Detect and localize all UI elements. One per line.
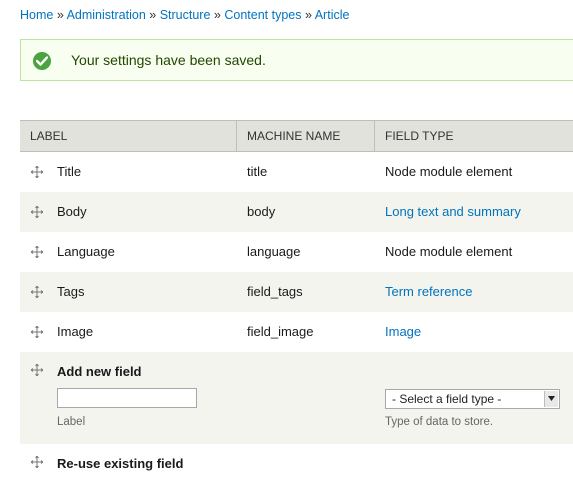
breadcrumb-article-link[interactable]: Article (315, 8, 350, 22)
check-icon (33, 52, 51, 70)
column-header-machine-name: MACHINE NAME (236, 121, 374, 151)
breadcrumb-structure-link[interactable]: Structure (160, 8, 211, 22)
field-type: Node module element (385, 164, 513, 179)
reuse-existing-field-row: Re-use existing field (20, 444, 573, 484)
drag-handle-icon[interactable] (30, 285, 44, 299)
breadcrumb-separator: » (56, 8, 64, 22)
add-new-field-row: Add new field Label - Select a field typ… (20, 352, 573, 444)
breadcrumb-content-types-link[interactable]: Content types (224, 8, 301, 22)
field-label: Language (57, 244, 115, 259)
field-type-link[interactable]: Image (385, 312, 421, 352)
field-machine-name: body (247, 204, 276, 219)
field-label: Title (57, 164, 82, 179)
breadcrumb-separator: » (149, 8, 157, 22)
field-type-select[interactable]: - Select a field type - (385, 389, 560, 409)
field-label: Body (57, 204, 87, 219)
breadcrumb-separator: » (304, 8, 312, 22)
drag-handle-icon[interactable] (30, 165, 44, 179)
drag-handle-icon[interactable] (30, 245, 44, 259)
field-type-link[interactable]: Term reference (385, 272, 472, 312)
table-row: Language language Node module element (20, 232, 573, 272)
field-machine-name: field_image (247, 324, 314, 339)
fields-table: LABEL MACHINE NAME FIELD TYPE Title titl… (20, 120, 573, 484)
field-type-description: Type of data to store. (385, 416, 494, 428)
drag-handle-icon[interactable] (30, 363, 44, 377)
field-machine-name: language (247, 244, 301, 259)
field-label: Image (57, 324, 94, 339)
table-row: Title title Node module element (20, 152, 573, 192)
new-field-label-input[interactable] (57, 388, 197, 408)
new-field-label-description: Label (57, 416, 86, 428)
chevron-down-icon (544, 391, 558, 407)
field-type-link[interactable]: Long text and summary (385, 192, 521, 232)
field-type: Node module element (385, 244, 513, 259)
drag-handle-icon[interactable] (30, 325, 44, 339)
breadcrumb-home-link[interactable]: Home (20, 8, 53, 22)
table-row: Image field_image Image (20, 312, 573, 352)
field-type-select-value: - Select a field type - (392, 392, 502, 406)
drag-handle-icon[interactable] (30, 455, 44, 469)
add-new-field-title: Add new field (57, 364, 142, 379)
column-header-field-type: FIELD TYPE (374, 121, 573, 151)
field-machine-name: title (247, 164, 268, 179)
table-row: Body body Long text and summary (20, 192, 573, 232)
reuse-existing-field-title: Re-use existing field (57, 456, 184, 471)
field-label: Tags (57, 284, 85, 299)
breadcrumb-administration-link[interactable]: Administration (67, 8, 146, 22)
table-row: Tags field_tags Term reference (20, 272, 573, 312)
status-message: Your settings have been saved. (20, 39, 573, 81)
field-machine-name: field_tags (247, 284, 303, 299)
column-header-label: LABEL (30, 129, 68, 143)
drag-handle-icon[interactable] (30, 205, 44, 219)
status-message-text: Your settings have been saved. (71, 52, 266, 68)
table-header: LABEL MACHINE NAME FIELD TYPE (20, 120, 573, 152)
breadcrumb-separator: » (213, 8, 221, 22)
breadcrumb: Home » Administration » Structure » Cont… (20, 8, 349, 22)
